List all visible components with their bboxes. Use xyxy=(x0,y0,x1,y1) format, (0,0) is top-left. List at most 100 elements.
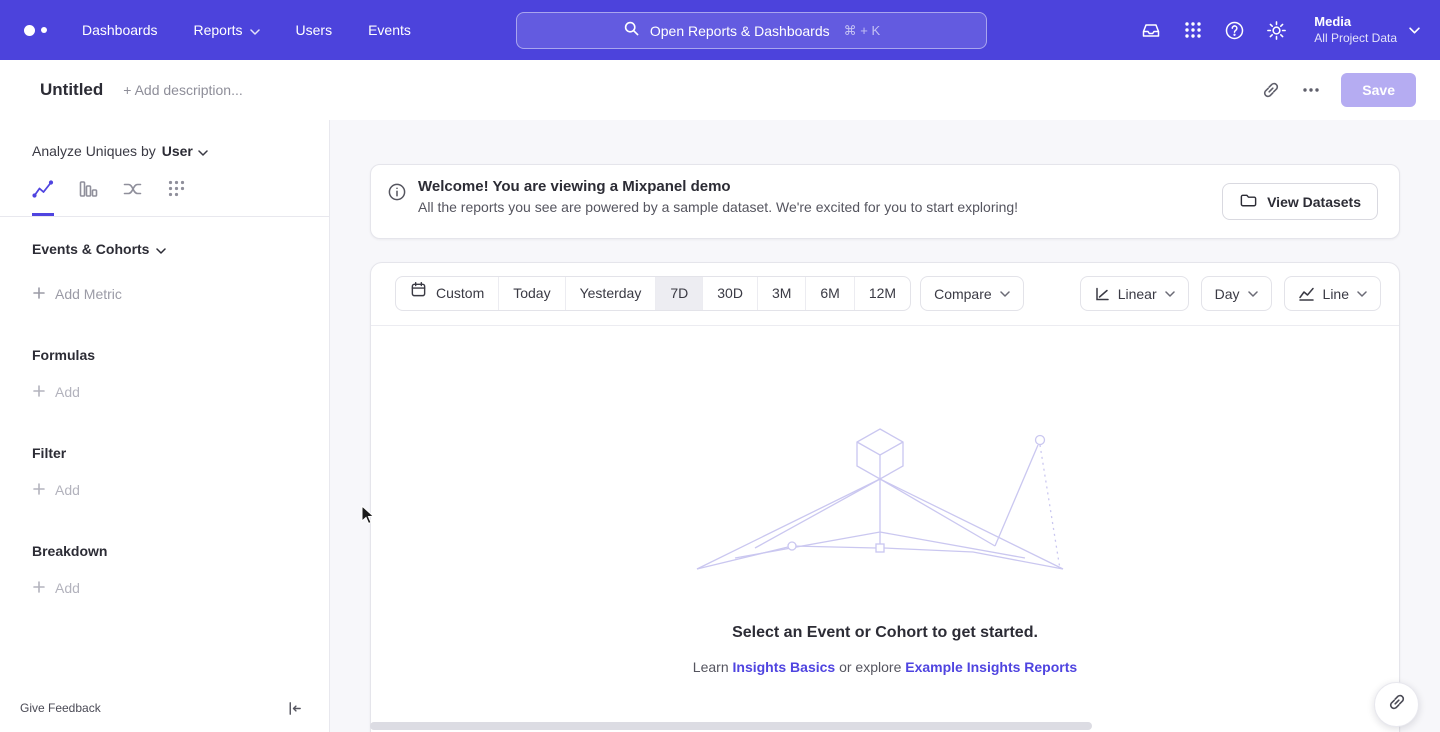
nav-item-events[interactable]: Events xyxy=(368,22,411,38)
add-filter-label: Add xyxy=(55,482,80,498)
chevron-down-icon xyxy=(1000,291,1010,297)
nav-item-users[interactable]: Users xyxy=(296,22,333,38)
help-icon[interactable] xyxy=(1224,20,1245,41)
date-range-today[interactable]: Today xyxy=(498,277,564,310)
view-datasets-button[interactable]: View Datasets xyxy=(1222,183,1378,220)
interval-selector[interactable]: Day xyxy=(1201,276,1272,311)
filter-section-label: Filter xyxy=(0,445,329,461)
nav-item-label: Users xyxy=(296,22,333,38)
logo-dot-large xyxy=(24,25,35,36)
tab-flows[interactable] xyxy=(122,179,143,216)
chevron-down-icon xyxy=(1165,291,1175,297)
compare-button[interactable]: Compare xyxy=(920,276,1024,311)
compare-label: Compare xyxy=(934,286,992,302)
report-header: Untitled + Add description... Save xyxy=(0,60,1440,120)
search-shortcut: ⌘ + K xyxy=(844,23,881,39)
formulas-label: Formulas xyxy=(32,347,95,363)
nav-item-label: Reports xyxy=(194,22,243,38)
search-icon xyxy=(623,20,640,42)
add-metric-label: Add Metric xyxy=(55,286,122,302)
nav-item-reports[interactable]: Reports xyxy=(194,22,260,38)
analyze-uniques-row: Analyze Uniques by User xyxy=(0,120,329,159)
inbox-icon[interactable] xyxy=(1140,19,1162,41)
query-builder-sidebar: Analyze Uniques by User Events & Cohorts xyxy=(0,120,330,732)
global-search-bar[interactable]: Open Reports & Dashboards ⌘ + K xyxy=(516,12,987,49)
middle-text: or explore xyxy=(839,659,901,675)
date-range-30d[interactable]: 30D xyxy=(702,277,757,310)
metric-type-tabs xyxy=(0,159,329,217)
plus-icon xyxy=(33,482,45,498)
date-range-3m[interactable]: 3M xyxy=(757,277,805,310)
tab-retention[interactable] xyxy=(167,179,186,216)
scale-selector[interactable]: Linear xyxy=(1080,276,1189,311)
logo-dot-small xyxy=(41,27,47,33)
add-formula-button[interactable]: Add xyxy=(0,384,329,400)
empty-state-illustration xyxy=(695,426,1075,578)
analyze-label: Analyze Uniques by xyxy=(32,143,156,159)
filter-label: Filter xyxy=(32,445,66,461)
chart-type-selector[interactable]: Line xyxy=(1284,276,1381,311)
chevron-down-icon xyxy=(156,241,166,257)
give-feedback-link[interactable]: Give Feedback xyxy=(20,701,101,715)
welcome-title: Welcome! You are viewing a Mixpanel demo xyxy=(418,178,1018,195)
add-breakdown-label: Add xyxy=(55,580,80,596)
chart-type-label: Line xyxy=(1323,286,1349,302)
date-range-custom[interactable]: Custom xyxy=(396,277,498,310)
chevron-down-icon xyxy=(250,22,260,38)
date-range-7d[interactable]: 7D xyxy=(655,277,702,310)
chevron-down-icon xyxy=(1409,21,1420,39)
date-range-6m[interactable]: 6M xyxy=(805,277,853,310)
tab-insights[interactable] xyxy=(32,179,54,216)
collapse-icon[interactable] xyxy=(286,700,303,717)
retention-grid-icon xyxy=(167,179,186,204)
gear-icon[interactable] xyxy=(1266,20,1287,41)
analyze-by-dropdown[interactable]: User xyxy=(162,143,208,159)
horizontal-scrollbar[interactable] xyxy=(370,722,1092,730)
navbar-right-cluster: Media All Project Data xyxy=(1140,0,1420,60)
calendar-icon xyxy=(410,277,427,310)
add-breakdown-button[interactable]: Add xyxy=(0,580,329,596)
mixpanel-logo[interactable] xyxy=(24,25,68,36)
view-datasets-label: View Datasets xyxy=(1267,194,1361,210)
scale-label: Linear xyxy=(1118,286,1157,302)
save-button[interactable]: Save xyxy=(1341,73,1416,107)
date-range-yesterday[interactable]: Yesterday xyxy=(565,277,656,310)
formulas-section-label: Formulas xyxy=(0,347,329,363)
date-range-12m[interactable]: 12M xyxy=(854,277,910,310)
link-icon[interactable] xyxy=(1261,80,1281,100)
apps-grid-icon[interactable] xyxy=(1183,20,1203,40)
line-chart-icon xyxy=(32,179,54,204)
date-range-custom-label: Custom xyxy=(436,277,484,310)
folder-icon xyxy=(1239,191,1258,213)
date-range-segmented-control: Custom Today Yesterday 7D 30D 3M 6M 12M xyxy=(395,276,911,311)
project-selector[interactable]: Media All Project Data xyxy=(1314,14,1420,46)
welcome-text: Welcome! You are viewing a Mixpanel demo… xyxy=(418,165,1018,215)
chevron-down-icon xyxy=(1248,291,1258,297)
line-chart-icon xyxy=(1298,286,1315,302)
insights-basics-link[interactable]: Insights Basics xyxy=(733,659,836,675)
plus-icon xyxy=(33,580,45,596)
primary-nav: Dashboards Reports Users Events xyxy=(82,22,411,38)
bar-chart-icon xyxy=(78,179,98,204)
nav-item-label: Events xyxy=(368,22,411,38)
more-options-icon[interactable] xyxy=(1301,80,1321,100)
analyze-by-value: User xyxy=(162,143,193,159)
nav-item-label: Dashboards xyxy=(82,22,158,38)
add-metric-button[interactable]: Add Metric xyxy=(0,286,329,302)
plus-icon xyxy=(33,384,45,400)
insights-report-card: Custom Today Yesterday 7D 30D 3M 6M 12M … xyxy=(370,262,1400,732)
project-name: Media xyxy=(1314,14,1397,31)
breakdown-section-label: Breakdown xyxy=(0,543,329,559)
example-reports-link[interactable]: Example Insights Reports xyxy=(905,659,1077,675)
share-link-fab[interactable] xyxy=(1374,682,1419,727)
flows-icon xyxy=(122,179,143,204)
nav-item-dashboards[interactable]: Dashboards xyxy=(82,22,158,38)
report-title[interactable]: Untitled xyxy=(40,80,103,100)
project-text: Media All Project Data xyxy=(1314,14,1397,46)
welcome-banner: Welcome! You are viewing a Mixpanel demo… xyxy=(370,164,1400,239)
add-description-field[interactable]: + Add description... xyxy=(123,82,242,98)
events-cohorts-section[interactable]: Events & Cohorts xyxy=(0,241,329,257)
tab-funnels[interactable] xyxy=(78,179,98,216)
link-icon xyxy=(1387,692,1407,717)
add-filter-button[interactable]: Add xyxy=(0,482,329,498)
